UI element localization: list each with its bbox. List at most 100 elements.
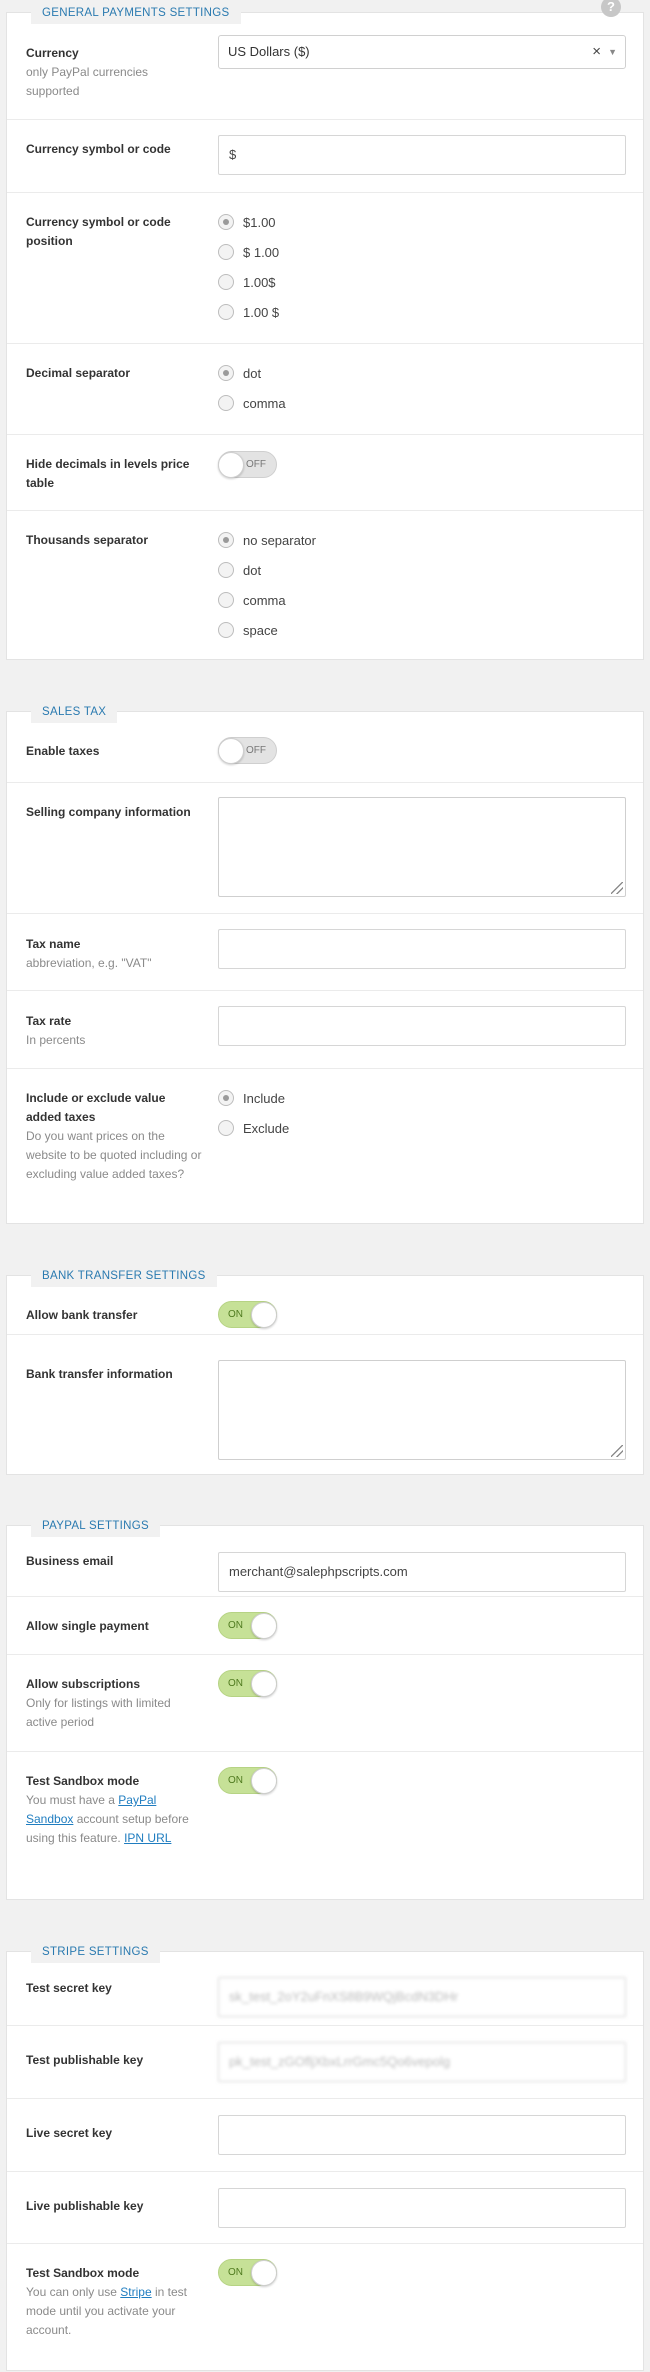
resize-handle[interactable] [611,1445,623,1457]
radio-option[interactable]: comma [218,394,626,424]
live-publishable-key-input[interactable] [218,2188,626,2228]
radio-option[interactable]: 1.00$ [218,273,626,303]
resize-handle[interactable] [611,882,623,894]
radio-button[interactable] [218,562,234,578]
include-taxes-options: Include Exclude [218,1089,626,1149]
decimal-separator-label: Decimal separator [26,366,131,380]
toggle-knob [251,1671,277,1697]
radio-label: comma [243,396,286,411]
tax-name-input[interactable] [218,929,626,969]
toggle-state: ON [228,1775,243,1786]
allow-subscriptions-toggle[interactable]: ON [218,1670,277,1697]
radio-button[interactable] [218,274,234,290]
company-info-row: Selling company information [7,782,643,913]
tax-rate-input[interactable] [218,1006,626,1046]
hide-decimals-toggle[interactable]: OFF [218,451,277,478]
field-description: You can only use Stripe in test mode unt… [26,2283,202,2340]
allow-single-payment-toggle[interactable]: ON [218,1612,277,1639]
radio-label: Include [243,1091,285,1106]
paypal-sandbox-toggle[interactable]: ON [218,1767,277,1794]
radio-button[interactable] [218,214,234,230]
radio-label: dot [243,366,262,381]
toggle-state: ON [228,1309,243,1320]
bank-info-textarea[interactable] [218,1360,626,1460]
tax-name-label: Tax name abbreviation, e.g. "VAT" [26,935,202,973]
test-publishable-key-input[interactable]: pk_test_zGOfljXbxLrrGmc5Qo6vepolg [218,2042,626,2082]
stripe-sandbox-toggle[interactable]: ON [218,2259,277,2286]
radio-option[interactable]: 1.00 $ [218,303,626,333]
description-text: You can only use [26,2285,121,2299]
test-secret-key-input[interactable]: sk_test_2oY2uFnXS8B9WQjBcdN3DHr [218,1977,626,2017]
radio-button[interactable] [218,395,234,411]
chevron-down-icon[interactable]: ▼ [608,36,617,68]
business-email-input[interactable]: merchant@salephpscripts.com [218,1552,626,1592]
allow-bank-transfer-label: Allow bank transfer [26,1308,138,1322]
radio-option[interactable]: Exclude [218,1119,626,1149]
radio-label: no separator [243,533,316,548]
stripe-section: STRIPE SETTINGS Test secret key sk_test_… [6,1941,644,2371]
radio-label: 1.00 $ [243,305,280,320]
tax-rate-label: Tax rate In percents [26,1012,202,1050]
currency-position-options: $1.00 $ 1.00 1.00$ 1.00 $ [218,213,626,333]
currency-symbol-label: Currency symbol or code [26,142,171,156]
allow-subscriptions-row: Allow subscriptions Only for listings wi… [7,1654,643,1751]
paypal-sandbox-row: Test Sandbox mode You must have a PayPal… [7,1751,643,1901]
currency-select[interactable]: US Dollars ($) × ▼ [218,35,626,69]
test-publishable-key-label: Test publishable key [26,2053,144,2067]
hide-decimals-label: Hide decimals in levels price table [26,457,190,490]
currency-position-row: Currency symbol or code position $1.00 $… [7,192,643,343]
field-description: In percents [26,1033,86,1047]
currency-symbol-input[interactable]: $ [218,135,626,175]
field-description: You must have a PayPal Sandbox account s… [26,1791,202,1848]
hide-decimals-row: Hide decimals in levels price table OFF [7,434,643,510]
radio-option[interactable]: dot [218,364,626,394]
toggle-state: OFF [246,745,266,756]
clear-icon[interactable]: × [592,36,601,68]
field-description: Do you want prices on the website to be … [26,1129,202,1181]
radio-option[interactable]: $1.00 [218,213,626,243]
radio-label: $ 1.00 [243,245,280,260]
field-description: only PayPal currencies supported [26,65,149,98]
test-secret-key-row: Test secret key sk_test_2oY2uFnXS8B9WQjB… [7,1952,643,2025]
radio-label: comma [243,593,286,608]
enable-taxes-row: Enable taxes OFF [7,712,643,782]
radio-button[interactable] [218,532,234,548]
bank-info-label: Bank transfer information [26,1367,173,1381]
radio-button[interactable] [218,622,234,638]
radio-option[interactable]: comma [218,591,626,621]
label-text: Test Sandbox mode [26,1774,140,1788]
radio-button[interactable] [218,592,234,608]
toggle-knob [251,2260,277,2286]
enable-taxes-toggle[interactable]: OFF [218,737,277,764]
radio-option[interactable]: no separator [218,531,626,561]
tax-name-row: Tax name abbreviation, e.g. "VAT" [7,913,643,990]
general-payments-section: GENERAL PAYMENTS SETTINGS ? Currency onl… [6,0,644,660]
radio-button[interactable] [218,1120,234,1136]
select-value: US Dollars ($) [228,44,310,59]
toggle-state: ON [228,1678,243,1689]
radio-option[interactable]: space [218,621,626,651]
radio-button[interactable] [218,304,234,320]
toggle-state: ON [228,2267,243,2278]
stripe-link[interactable]: Stripe [120,2285,151,2299]
radio-button[interactable] [218,244,234,260]
label-text: Tax rate [26,1014,72,1028]
label-text: Allow subscriptions [26,1677,141,1691]
radio-button[interactable] [218,365,234,381]
allow-bank-transfer-toggle[interactable]: ON [218,1301,277,1328]
live-secret-key-input[interactable] [218,2115,626,2155]
label-text: Include or exclude value added taxes [26,1091,166,1124]
radio-button[interactable] [218,1090,234,1106]
currency-label: Currency only PayPal currencies supporte… [26,44,202,101]
business-email-row: Business email merchant@salephpscripts.c… [7,1526,643,1596]
toggle-state: ON [228,1620,243,1631]
toggle-knob [251,1613,277,1639]
ipn-url-link[interactable]: IPN URL [124,1831,171,1845]
label-text: Currency [26,46,79,60]
description-text: You must have a [26,1793,119,1807]
currency-row: Currency only PayPal currencies supporte… [7,13,643,119]
radio-option[interactable]: $ 1.00 [218,243,626,273]
company-info-textarea[interactable] [218,797,626,897]
radio-option[interactable]: Include [218,1089,626,1119]
radio-option[interactable]: dot [218,561,626,591]
